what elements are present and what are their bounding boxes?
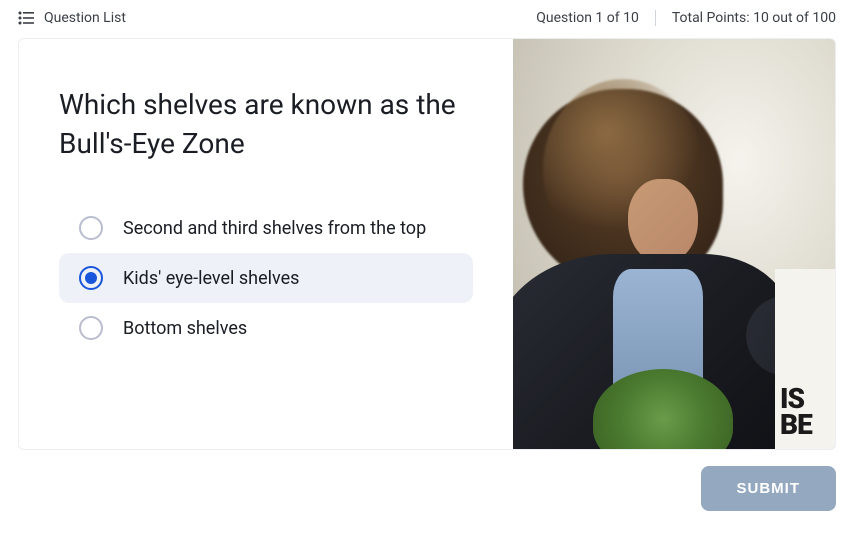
- radio-icon: [79, 216, 103, 240]
- option-0[interactable]: Second and third shelves from the top: [59, 203, 473, 253]
- question-list-button[interactable]: Question List: [18, 10, 126, 26]
- vertical-divider: [655, 10, 656, 26]
- question-panel: Which shelves are known as the Bull's-Ey…: [19, 39, 513, 449]
- top-bar-right: Question 1 of 10 Total Points: 10 out of…: [536, 10, 836, 26]
- option-1[interactable]: Kids' eye-level shelves: [59, 253, 473, 303]
- top-bar: Question List Question 1 of 10 Total Poi…: [0, 0, 854, 36]
- question-title: Which shelves are known as the Bull's-Ey…: [59, 85, 473, 163]
- points-label: Total Points: 10 out of 100: [672, 10, 836, 26]
- submit-button[interactable]: SUBMIT: [701, 466, 837, 511]
- list-icon: [18, 11, 34, 25]
- submit-row: SUBMIT: [0, 450, 854, 527]
- option-label: Second and third shelves from the top: [123, 218, 426, 239]
- question-list-label: Question List: [44, 10, 126, 26]
- progress-label: Question 1 of 10: [536, 10, 639, 26]
- radio-icon: [79, 266, 103, 290]
- option-label: Bottom shelves: [123, 318, 247, 339]
- question-card: Which shelves are known as the Bull's-Ey…: [18, 38, 836, 450]
- option-label: Kids' eye-level shelves: [123, 268, 299, 289]
- options-group: Second and third shelves from the top Ki…: [59, 203, 473, 353]
- question-image: ISBE: [513, 39, 835, 449]
- radio-icon: [79, 316, 103, 340]
- option-2[interactable]: Bottom shelves: [59, 303, 473, 353]
